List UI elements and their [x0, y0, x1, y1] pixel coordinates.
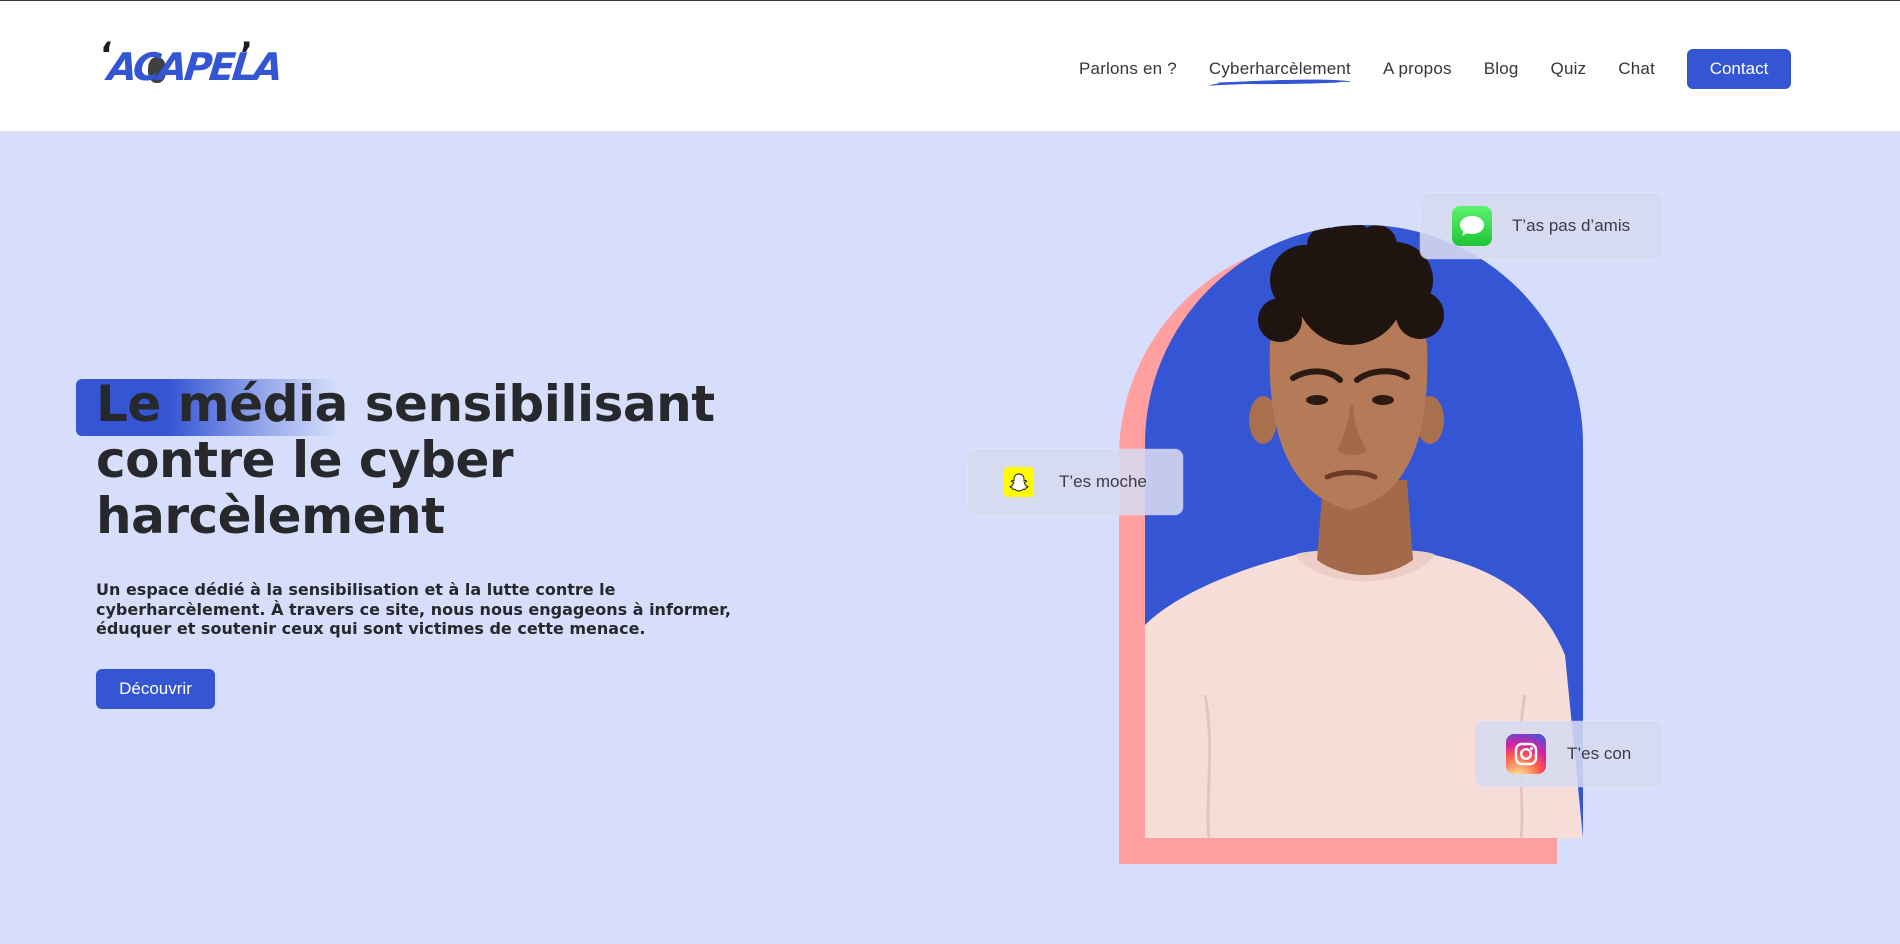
site-header: ‘ ACAPELA ’ Parlons en ? Cyberharcèlemen… — [0, 1, 1900, 132]
logo-quote-right: ’ — [240, 35, 253, 75]
nav-link-chat[interactable]: Chat — [1618, 59, 1655, 79]
imessage-text: T’as pas d’amis — [1512, 216, 1631, 235]
snapchat-text: T’es moche — [1059, 472, 1147, 491]
nav-link-blog[interactable]: Blog — [1484, 59, 1519, 79]
nav-link-a-propos[interactable]: A propos — [1383, 59, 1452, 79]
logo-text: ACAPELA — [105, 45, 283, 89]
hero-title: Le média sensibilisant contre le cyber h… — [96, 375, 715, 545]
snapchat-icon — [1004, 467, 1034, 497]
imessage-bubble: T’as pas d’amis — [1420, 193, 1663, 259]
nav-link-quiz[interactable]: Quiz — [1551, 59, 1587, 79]
nav-link-cyberharcelement[interactable]: Cyberharcèlement — [1209, 59, 1351, 79]
hero-description: Un espace dédié à la sensibilisation et … — [96, 580, 731, 638]
imessage-icon — [1452, 206, 1492, 246]
nav-link-parlons-en[interactable]: Parlons en ? — [1079, 59, 1177, 79]
main-navigation: Parlons en ? Cyberharcèlement A propos B… — [1079, 48, 1791, 90]
instagram-bubble: T’es con — [1475, 721, 1663, 787]
instagram-icon — [1506, 734, 1546, 774]
snapchat-bubble: T’es moche — [968, 449, 1183, 515]
instagram-text: T’es con — [1567, 744, 1632, 763]
discover-button[interactable]: Découvrir — [96, 669, 215, 709]
acapela-logo[interactable]: ‘ ACAPELA ’ — [100, 35, 282, 95]
contact-button[interactable]: Contact — [1687, 49, 1791, 89]
